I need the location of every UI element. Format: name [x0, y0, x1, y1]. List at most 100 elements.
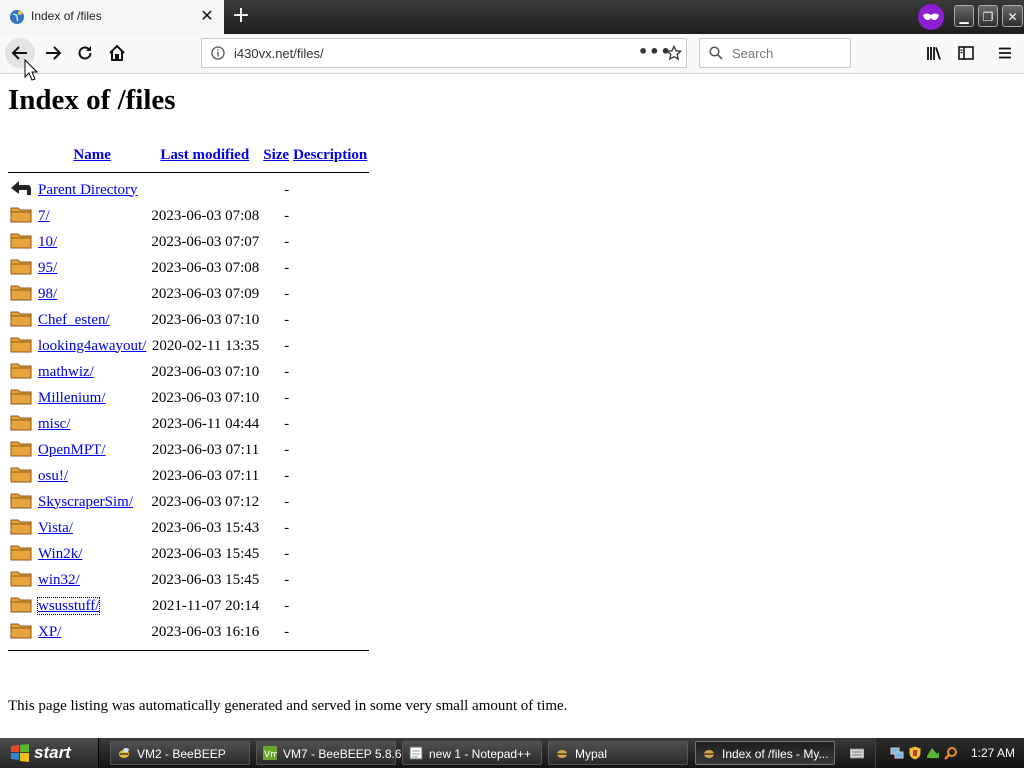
last-modified-cell: 2023-06-03 15:45: [151, 545, 260, 562]
folder-link[interactable]: mathwiz/: [38, 364, 94, 380]
last-modified-cell: 2023-06-11 04:44: [151, 415, 260, 432]
forward-button[interactable]: [38, 38, 68, 68]
folder-link[interactable]: looking4awayout/: [38, 338, 146, 354]
folder-link[interactable]: osu!/: [38, 468, 68, 484]
icon-column-header: [8, 143, 36, 167]
table-row: win32/2023-06-03 15:45 -: [8, 567, 369, 593]
sort-by-description-link[interactable]: Description: [293, 147, 367, 163]
size-cell: -: [284, 441, 290, 458]
tab-title: Index of /files: [31, 9, 102, 23]
table-row: Millenium/2023-06-03 07:10 -: [8, 385, 369, 411]
folder-icon: [8, 229, 36, 255]
forward-arrow-icon: [46, 46, 62, 60]
restore-button[interactable]: ❐: [978, 5, 998, 27]
library-button[interactable]: [919, 38, 949, 68]
last-modified-cell: 2021-11-07 20:14: [151, 597, 260, 614]
folder-link[interactable]: SkyscraperSim/: [38, 494, 133, 510]
private-browsing-icon: [918, 4, 944, 30]
sort-by-last-modified-link[interactable]: Last modified: [160, 147, 249, 163]
folder-link[interactable]: Vista/: [38, 520, 73, 536]
new-tab-button[interactable]: +: [228, 4, 254, 30]
last-modified-cell: 2023-06-03 16:16: [151, 623, 260, 640]
security-shield-icon[interactable]: [908, 745, 922, 761]
folder-link[interactable]: 7/: [38, 208, 50, 224]
last-modified-cell: 2023-06-03 15:43: [151, 519, 260, 536]
folder-icon: [8, 281, 36, 307]
tab-close-icon[interactable]: ✕: [198, 7, 216, 25]
taskbar-button-index-of-files[interactable]: Index of /files - My...: [695, 741, 835, 765]
folder-link[interactable]: wsusstuff/: [36, 596, 101, 615]
folder-link[interactable]: XP/: [38, 624, 61, 640]
folder-icon: [8, 359, 36, 385]
clock: 1:27 AM: [970, 746, 1015, 760]
taskbar-button-vm7-beebeep[interactable]: Vm VM7 - BeeBEEP 5.8.6: [256, 741, 402, 765]
mouse-cursor-icon: [24, 59, 38, 81]
last-modified-cell: 2023-06-03 07:10: [151, 311, 260, 328]
tab-index-of-files[interactable]: Index of /files ✕: [0, 0, 224, 34]
folder-link[interactable]: Chef_esten/: [38, 312, 110, 328]
description-cell: [291, 203, 369, 229]
table-row: mathwiz/2023-06-03 07:10 -: [8, 359, 369, 385]
sidebar-toggle-button[interactable]: [951, 38, 981, 68]
folder-link[interactable]: 98/: [38, 286, 57, 302]
parent-directory-link[interactable]: Parent Directory: [38, 182, 138, 198]
description-cell: [291, 593, 369, 619]
tray-search-icon[interactable]: [944, 746, 958, 760]
folder-link[interactable]: Millenium/: [38, 390, 106, 406]
size-cell: -: [284, 467, 290, 484]
description-cell: [291, 541, 369, 567]
folder-link[interactable]: 10/: [38, 234, 57, 250]
address-bar[interactable]: i430vx.net/files/ •••: [201, 38, 687, 68]
network-icon[interactable]: [890, 746, 904, 760]
taskbar-button-mypal[interactable]: Mypal: [548, 741, 688, 765]
size-cell: -: [284, 623, 290, 640]
description-cell: [291, 255, 369, 281]
menu-button[interactable]: [990, 38, 1020, 68]
page-title: Index of /files: [8, 84, 176, 116]
search-input[interactable]: [730, 45, 844, 62]
parent-size-cell: -: [284, 181, 290, 198]
table-row: 10/2023-06-03 07:07 -: [8, 229, 369, 255]
info-icon[interactable]: [211, 46, 225, 60]
last-modified-cell: 2023-06-03 07:07: [151, 233, 260, 250]
table-row: looking4awayout/2020-02-11 13:35 -: [8, 333, 369, 359]
folder-link[interactable]: Win2k/: [38, 546, 82, 562]
reload-button[interactable]: [70, 38, 100, 68]
size-cell: -: [284, 493, 290, 510]
close-window-button[interactable]: ✕: [1002, 5, 1023, 27]
sort-by-size-link[interactable]: Size: [263, 147, 289, 163]
bookmark-star-icon[interactable]: [666, 45, 682, 61]
navigation-toolbar: i430vx.net/files/ •••: [0, 34, 1024, 74]
mypal-globe-icon: [10, 10, 24, 24]
beebeep-icon: [119, 748, 129, 758]
tray-app-icon[interactable]: [926, 746, 940, 760]
folder-link[interactable]: win32/: [38, 572, 80, 588]
taskbar-button-label: new 1 - Notepad++: [429, 747, 532, 761]
table-row: osu!/ 2023-06-03 07:11 -: [8, 463, 369, 489]
table-row: wsusstuff/2021-11-07 20:14 -: [8, 593, 369, 619]
keyboard-icon[interactable]: [849, 746, 865, 760]
table-row-parent-directory: Parent Directory -: [8, 177, 369, 203]
folder-link[interactable]: 95/: [38, 260, 57, 276]
folder-icon: [8, 411, 36, 437]
start-button[interactable]: start: [0, 738, 99, 768]
size-cell: -: [284, 571, 290, 588]
folder-link[interactable]: OpenMPT/: [38, 442, 106, 458]
last-modified-cell: 2023-06-03 07:10: [151, 389, 260, 406]
last-modified-cell: 2023-06-03 07:11: [151, 441, 260, 458]
folder-icon: [8, 567, 36, 593]
sort-by-name-link[interactable]: Name: [73, 147, 111, 163]
description-cell: [291, 229, 369, 255]
taskbar-button-notepad[interactable]: new 1 - Notepad++: [402, 741, 542, 765]
folder-link[interactable]: misc/: [38, 416, 71, 432]
directory-listing-table: Name Last modified Size Description Pare…: [8, 143, 370, 655]
taskbar: start VM2 - BeeBEEP Vm VM7 - BeeBEEP 5.8…: [0, 738, 1024, 768]
taskbar-button-label: VM2 - BeeBEEP: [137, 747, 226, 761]
last-modified-cell: 2023-06-03 07:10: [151, 363, 260, 380]
taskbar-button-vm2-beebeep[interactable]: VM2 - BeeBEEP: [110, 741, 250, 765]
home-button[interactable]: [102, 38, 132, 68]
page-content: Index of /files Name Last modified Size …: [0, 74, 1024, 738]
search-bar[interactable]: [699, 38, 851, 68]
last-modified-cell: 2023-06-03 07:09: [151, 285, 260, 302]
minimize-button[interactable]: ▁: [954, 5, 974, 27]
